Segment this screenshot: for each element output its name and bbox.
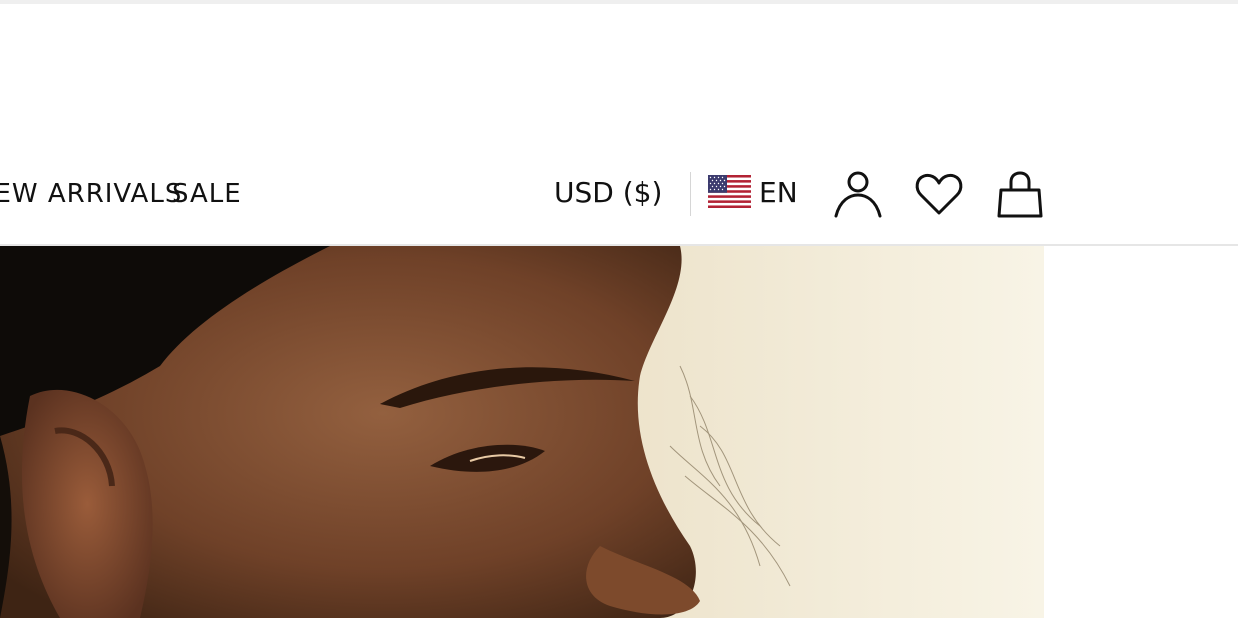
currency-selector[interactable]: USD ($) bbox=[554, 176, 662, 210]
account-icon[interactable] bbox=[832, 168, 884, 220]
us-flag-icon bbox=[708, 174, 751, 212]
heart-icon[interactable] bbox=[913, 168, 965, 220]
site-header: NEW ARRIVALS SALE USD ($) bbox=[0, 4, 1238, 244]
language-selector[interactable]: EN bbox=[708, 174, 798, 212]
language-label: EN bbox=[759, 176, 798, 209]
locale-divider bbox=[690, 172, 691, 216]
shopping-bag-icon[interactable] bbox=[994, 168, 1046, 220]
hero-image bbox=[0, 246, 1044, 618]
nav-item-sale[interactable]: SALE bbox=[172, 178, 242, 210]
hero-banner[interactable] bbox=[0, 246, 1044, 618]
nav-item-new-arrivals[interactable]: NEW ARRIVALS bbox=[0, 178, 182, 210]
